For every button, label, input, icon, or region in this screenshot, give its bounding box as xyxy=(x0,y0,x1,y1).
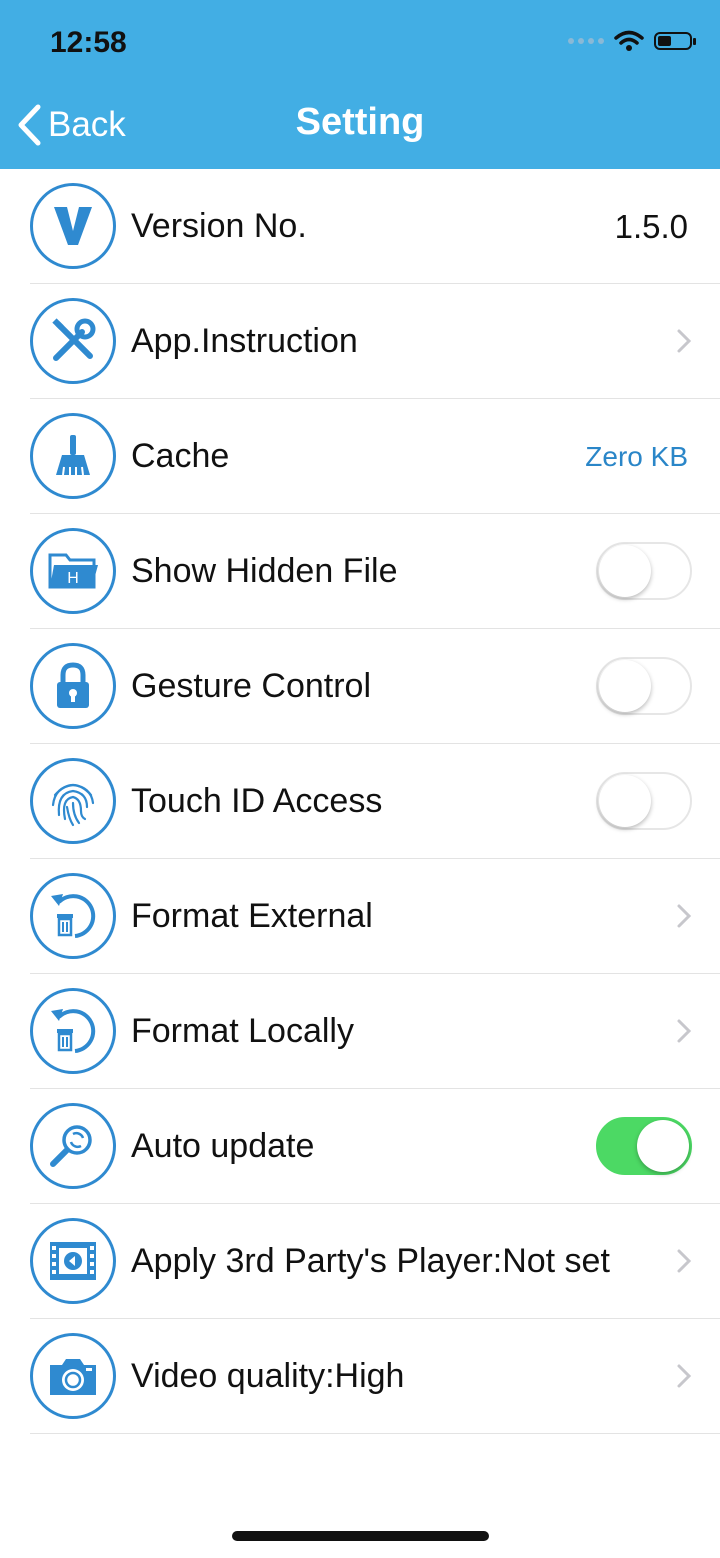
format-trash-icon xyxy=(30,873,116,959)
setting-gesture-control: Gesture Control xyxy=(0,629,720,744)
setting-label: Format External xyxy=(131,897,373,935)
chevron-right-icon xyxy=(677,329,692,353)
setting-label: Version No. xyxy=(131,207,307,245)
setting-label: Touch ID Access xyxy=(131,782,383,820)
setting-auto-update: Auto update xyxy=(0,1089,720,1204)
touch-id-toggle[interactable] xyxy=(596,772,692,830)
setting-format-external[interactable]: Format External xyxy=(0,859,720,974)
home-indicator[interactable] xyxy=(232,1531,489,1541)
setting-cache[interactable]: Cache Zero KB xyxy=(0,399,720,514)
svg-text:H: H xyxy=(67,570,79,587)
setting-touch-id: Touch ID Access xyxy=(0,744,720,859)
signal-icon xyxy=(568,38,604,44)
setting-version: Version No. 1.5.0 xyxy=(0,169,720,284)
cache-value: Zero KB xyxy=(585,440,688,472)
status-time: 12:58 xyxy=(50,26,127,59)
setting-label: Show Hidden File xyxy=(131,552,398,590)
setting-label: Format Locally xyxy=(131,1012,354,1050)
format-trash-icon xyxy=(30,988,116,1074)
setting-label: Apply 3rd Party's Player:Not set xyxy=(131,1242,610,1280)
chevron-right-icon xyxy=(677,1364,692,1388)
lock-icon xyxy=(30,643,116,729)
nav-header: 12:58 Back Setting xyxy=(0,0,720,169)
chevron-right-icon xyxy=(677,1249,692,1273)
setting-label: Video quality:High xyxy=(131,1357,405,1395)
tools-icon xyxy=(30,298,116,384)
setting-label: Cache xyxy=(131,437,230,475)
status-icons xyxy=(568,30,696,52)
setting-video-quality[interactable]: Video quality:High xyxy=(0,1319,720,1434)
auto-update-toggle[interactable] xyxy=(596,1117,692,1175)
setting-show-hidden-file: H Show Hidden File xyxy=(0,514,720,629)
page-title: Setting xyxy=(295,101,425,143)
gesture-control-toggle[interactable] xyxy=(596,657,692,715)
fingerprint-icon xyxy=(30,758,116,844)
wifi-icon xyxy=(614,30,644,51)
search-refresh-icon xyxy=(30,1103,116,1189)
battery-icon xyxy=(654,32,696,50)
chevron-right-icon xyxy=(677,1019,692,1043)
settings-list: Version No. 1.5.0 App.Instruction Cache … xyxy=(0,169,720,1434)
film-play-icon xyxy=(30,1218,116,1304)
setting-label: App.Instruction xyxy=(131,322,358,360)
setting-app-instruction[interactable]: App.Instruction xyxy=(0,284,720,399)
chevron-right-icon xyxy=(677,904,692,928)
setting-label: Gesture Control xyxy=(131,667,371,705)
v-letter-icon xyxy=(30,183,116,269)
hidden-folder-icon: H xyxy=(30,528,116,614)
show-hidden-file-toggle[interactable] xyxy=(596,542,692,600)
setting-third-party-player[interactable]: Apply 3rd Party's Player:Not set xyxy=(0,1204,720,1319)
camera-icon xyxy=(30,1333,116,1419)
broom-icon xyxy=(30,413,116,499)
version-value: 1.5.0 xyxy=(614,207,688,245)
setting-label: Auto update xyxy=(131,1127,315,1165)
setting-format-locally[interactable]: Format Locally xyxy=(0,974,720,1089)
